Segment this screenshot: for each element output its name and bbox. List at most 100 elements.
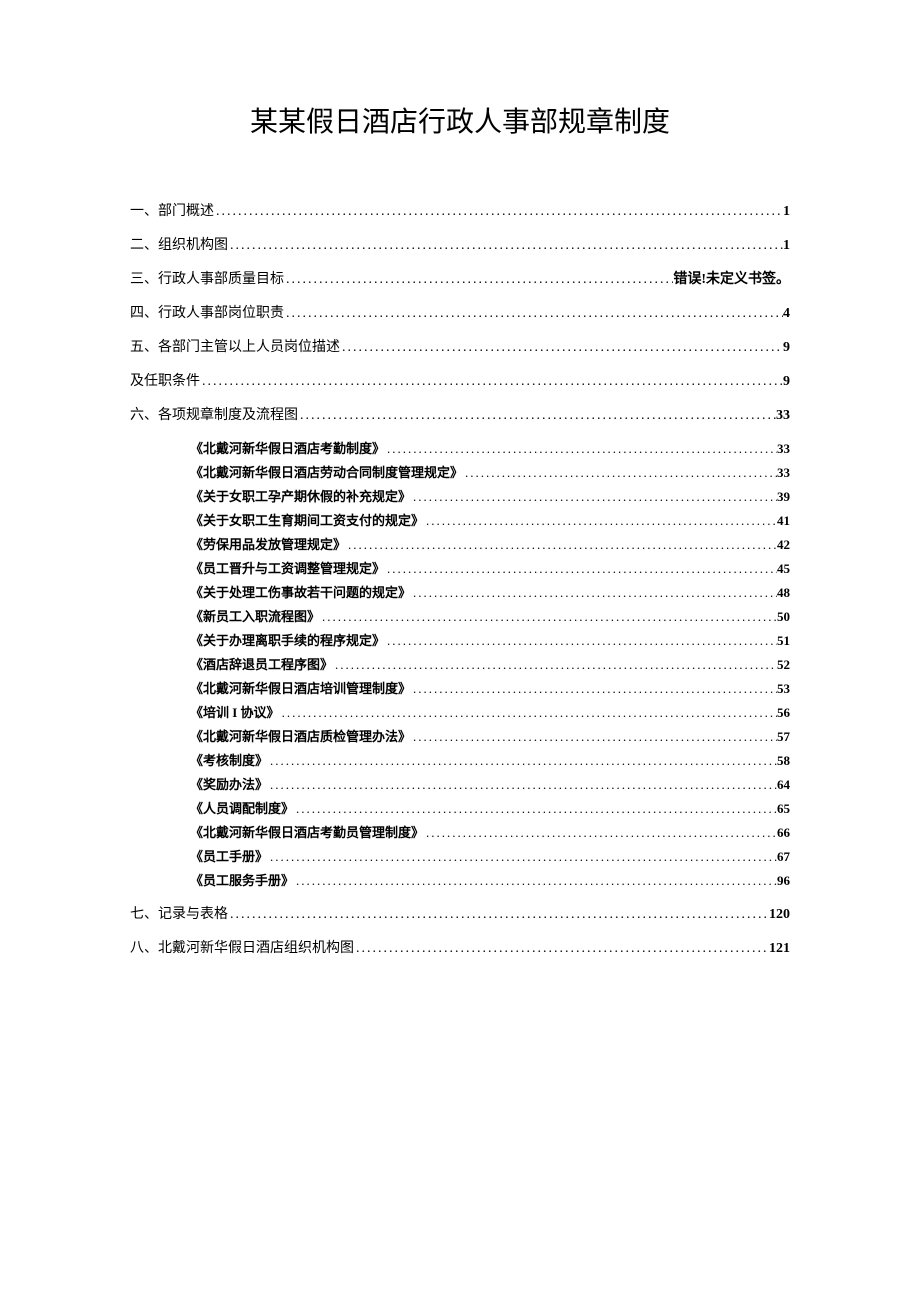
toc-entry-text: 《员工晋升与工资调整管理规定》 xyxy=(190,558,385,577)
toc-entry-page: 9 xyxy=(783,374,790,390)
toc-entry: 《关于处理工伤事故若干问题的规定》 48 xyxy=(190,582,790,601)
toc-entry-text: 《奖励办法》 xyxy=(190,774,268,793)
toc-leader-dots xyxy=(411,585,777,601)
toc-entry-text: 《北戴河新华假日酒店劳动合同制度管理规定》 xyxy=(190,462,463,481)
toc-entry-page: 57 xyxy=(777,729,790,745)
toc-entry-page: 1 xyxy=(783,238,790,254)
toc-entry-text: 《关于女职工孕产期休假的补充规定》 xyxy=(190,486,411,505)
toc-leader-dots xyxy=(320,609,777,625)
toc-entry-page: 56 xyxy=(777,705,790,721)
toc-entry-text: 《劳保用品发放管理规定》 xyxy=(190,534,346,553)
toc-entry: 《北戴河新华假日酒店考勤制度》33 xyxy=(190,438,790,457)
toc-entry: 《培训 I 协议》 56 xyxy=(190,702,790,721)
toc-entry-page: 96 xyxy=(777,873,790,889)
toc-entry: 《酒店辞退员工程序图》 52 xyxy=(190,654,790,673)
toc-entry-page: 33 xyxy=(777,465,790,481)
toc-entry: 四、行政人事部岗位职责 4 xyxy=(130,302,790,322)
document-title: 某某假日酒店行政人事部规章制度 xyxy=(130,100,790,140)
toc-entry-text: 《关于女职工生育期间工资支付的规定》 xyxy=(190,510,424,529)
toc-entry-page: 64 xyxy=(777,777,790,793)
toc-leader-dots xyxy=(284,306,783,322)
toc-leader-dots xyxy=(228,238,783,254)
toc-leader-dots xyxy=(268,849,777,865)
toc-entry-text: 《北戴河新华假日酒店质检管理办法》 xyxy=(190,726,411,745)
toc-entry-text: 《北戴河新华假日酒店培训管理制度》 xyxy=(190,678,411,697)
toc-entry-page: 51 xyxy=(777,633,790,649)
toc-leader-dots xyxy=(333,657,777,673)
toc-entry-text: 《培训 I 协议》 xyxy=(190,702,280,721)
toc-entry-page: 42 xyxy=(777,537,790,553)
toc-entry: 《员工手册》 67 xyxy=(190,846,790,865)
toc-entry: 《员工晋升与工资调整管理规定》 45 xyxy=(190,558,790,577)
toc-entry-text: 《员工服务手册》 xyxy=(190,870,294,889)
toc-entry: 《关于女职工生育期间工资支付的规定》 41 xyxy=(190,510,790,529)
toc-leader-dots xyxy=(294,873,777,889)
toc-entry: 《关于办理离职手续的程序规定》 51 xyxy=(190,630,790,649)
toc-entry: 《新员工入职流程图》 50 xyxy=(190,606,790,625)
toc-entry: 及任职条件 9 xyxy=(130,370,790,390)
toc-entry: 《人员调配制度》 65 xyxy=(190,798,790,817)
toc-entry-text: 《新员工入职流程图》 xyxy=(190,606,320,625)
toc-leader-dots xyxy=(284,272,673,288)
toc-entry-page: 45 xyxy=(777,561,790,577)
toc-entry-text: 《员工手册》 xyxy=(190,846,268,865)
toc-entry: 一、部门概述1 xyxy=(130,200,790,220)
toc-entry-page: 120 xyxy=(769,907,790,923)
toc-leader-dots xyxy=(268,777,777,793)
toc-entry-text: 一、部门概述 xyxy=(130,200,214,220)
toc-entry: 《北戴河新华假日酒店质检管理办法》 57 xyxy=(190,726,790,745)
toc-leader-dots xyxy=(298,408,776,424)
toc-entry-text: 二、组织机构图 xyxy=(130,234,228,254)
toc-leader-dots xyxy=(228,907,769,923)
toc-leader-dots xyxy=(200,374,783,390)
toc-entry: 《北戴河新华假日酒店考勤员管理制度》 66 xyxy=(190,822,790,841)
toc-entry-text: 《关于办理离职手续的程序规定》 xyxy=(190,630,385,649)
toc-leader-dots xyxy=(354,941,769,957)
toc-entry-page: 65 xyxy=(777,801,790,817)
toc-entry-text: 《北戴河新华假日酒店考勤员管理制度》 xyxy=(190,822,424,841)
toc-entry: 《考核制度》58 xyxy=(190,750,790,769)
toc-leader-dots xyxy=(424,825,777,841)
toc-entry-page: 33 xyxy=(777,441,790,457)
toc-entry-page: 错误!未定义书签。 xyxy=(673,268,790,288)
table-of-contents: 一、部门概述1 二、组织机构图 1 三、行政人事部质量目标错误!未定义书签。四、行政人… xyxy=(130,200,790,957)
toc-entry-page: 9 xyxy=(783,340,790,356)
toc-entry: 《员工服务手册》 96 xyxy=(190,870,790,889)
toc-entry-page: 52 xyxy=(777,657,790,673)
toc-entry: 七、记录与表格 120 xyxy=(130,903,790,923)
toc-entry-page: 66 xyxy=(777,825,790,841)
toc-entry-text: 《人员调配制度》 xyxy=(190,798,294,817)
toc-entry-text: 四、行政人事部岗位职责 xyxy=(130,302,284,322)
toc-leader-dots xyxy=(424,513,777,529)
toc-entry-text: 《酒店辞退员工程序图》 xyxy=(190,654,333,673)
toc-entry: 《北戴河新华假日酒店培训管理制度》53 xyxy=(190,678,790,697)
toc-leader-dots xyxy=(280,705,777,721)
toc-entry: 三、行政人事部质量目标错误!未定义书签。 xyxy=(130,268,790,288)
toc-entry: 《劳保用品发放管理规定》 42 xyxy=(190,534,790,553)
toc-entry-page: 33 xyxy=(776,408,790,424)
toc-entry-page: 41 xyxy=(777,513,790,529)
toc-leader-dots xyxy=(385,441,777,457)
toc-entry: 六、各项规章制度及流程图 33 xyxy=(130,404,790,424)
toc-leader-dots xyxy=(411,729,777,745)
toc-entry-text: 及任职条件 xyxy=(130,370,200,390)
toc-leader-dots xyxy=(268,753,777,769)
toc-leader-dots xyxy=(385,561,777,577)
toc-entry: 二、组织机构图 1 xyxy=(130,234,790,254)
toc-leader-dots xyxy=(294,801,777,817)
toc-entry-text: 七、记录与表格 xyxy=(130,903,228,923)
toc-leader-dots xyxy=(340,340,783,356)
toc-entry: 《北戴河新华假日酒店劳动合同制度管理规定》 33 xyxy=(190,462,790,481)
toc-entry-page: 48 xyxy=(777,585,790,601)
toc-leader-dots xyxy=(385,633,777,649)
toc-leader-dots xyxy=(346,537,777,553)
toc-entry: 五、各部门主管以上人员岗位描述9 xyxy=(130,336,790,356)
toc-entry-text: 六、各项规章制度及流程图 xyxy=(130,404,298,424)
toc-entry-page: 4 xyxy=(783,306,790,322)
toc-entry-text: 《关于处理工伤事故若干问题的规定》 xyxy=(190,582,411,601)
toc-entry: 《关于女职工孕产期休假的补充规定》39 xyxy=(190,486,790,505)
toc-entry-page: 67 xyxy=(777,849,790,865)
toc-leader-dots xyxy=(411,489,777,505)
toc-entry-page: 50 xyxy=(777,609,790,625)
toc-entry-text: 八、北戴河新华假日酒店组织机构图 xyxy=(130,937,354,957)
